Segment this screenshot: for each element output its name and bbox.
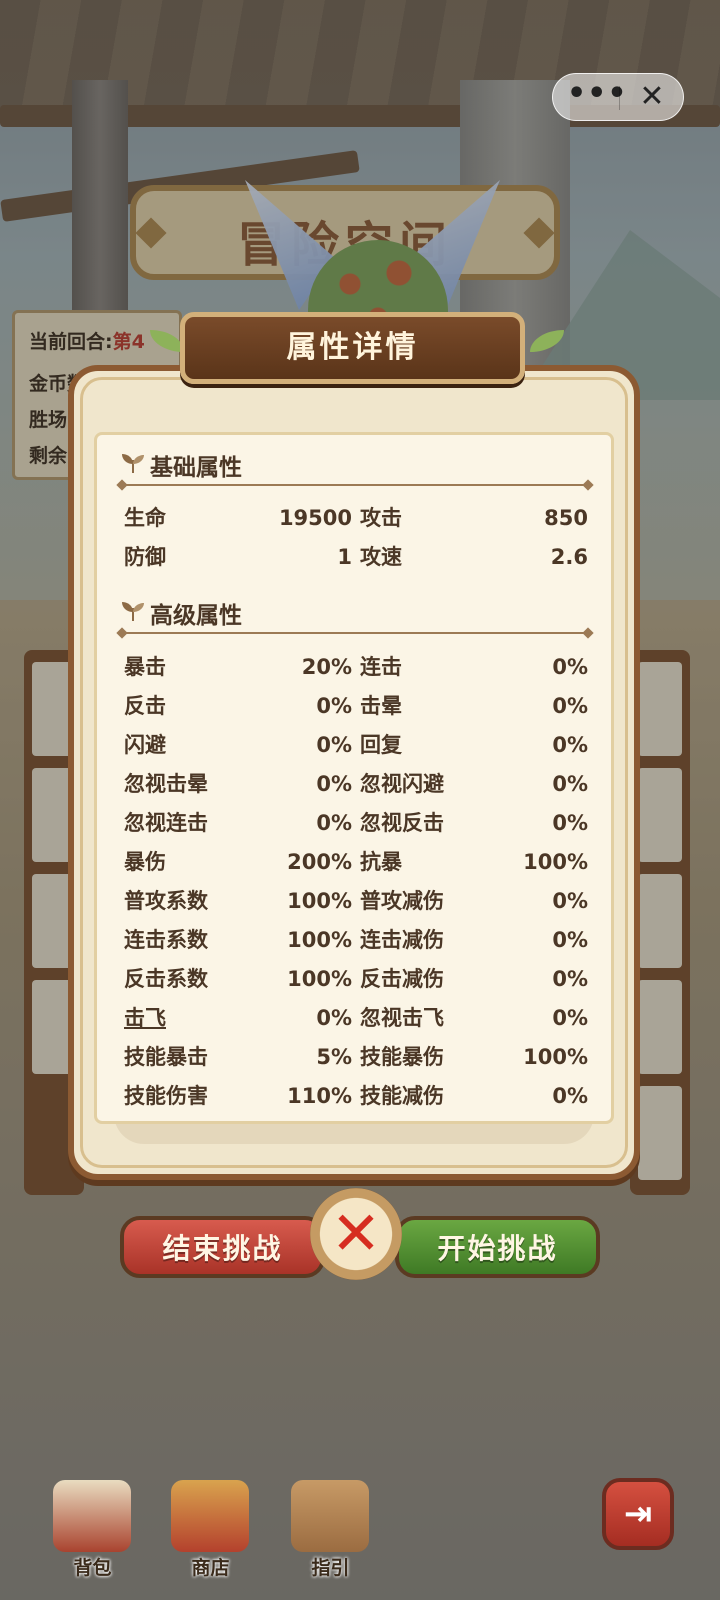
exit-button[interactable]: ⇥	[602, 1478, 674, 1550]
attribute-name: 忽视击晕	[124, 772, 208, 796]
attribute-value: 0%	[552, 655, 588, 679]
attribute-value: 19500	[278, 506, 352, 530]
attribute-name: 闪避	[124, 733, 166, 757]
sprout-icon	[122, 602, 144, 622]
attribute-name: 防御	[124, 545, 166, 569]
attribute-value: 100%	[287, 889, 352, 913]
attribute-value: 0%	[316, 811, 352, 835]
attribute-name: 忽视击飞	[360, 1006, 444, 1030]
attribute-name: 生命	[124, 506, 166, 530]
attribute-value: 0%	[316, 1006, 352, 1030]
attribute-name: 暴伤	[124, 850, 166, 874]
section-divider	[122, 632, 588, 634]
attribute-row: 技能伤害 110% 技能减伤 0%	[124, 1079, 590, 1113]
basic-attributes-title: 基础属性	[150, 455, 242, 481]
attribute-name: 抗暴	[360, 850, 402, 874]
knockup-link[interactable]: 击飞	[124, 1001, 166, 1035]
dialog-header: 属性详情	[180, 312, 525, 384]
attribute-name: 反击	[124, 694, 166, 718]
nav-guide[interactable]: 指引	[283, 1470, 378, 1580]
attribute-value: 100%	[523, 850, 588, 874]
attribute-row: 技能暴击 5% 技能暴伤 100%	[124, 1040, 590, 1074]
attribute-row: 击飞 0% 忽视击飞 0%	[124, 1001, 590, 1035]
attribute-value: 100%	[523, 1045, 588, 1069]
close-icon[interactable]: ✕	[629, 74, 675, 120]
attribute-value: 0%	[552, 889, 588, 913]
attribute-value: 0%	[552, 772, 588, 796]
attribute-row: 连击系数 100% 连击减伤 0%	[124, 923, 590, 957]
nav-bag[interactable]: 背包	[45, 1470, 140, 1580]
attribute-value: 0%	[316, 772, 352, 796]
attribute-row: 忽视连击 0% 忽视反击 0%	[124, 806, 590, 840]
attribute-name: 击晕	[360, 694, 402, 718]
attribute-row: 忽视击晕 0% 忽视闪避 0%	[124, 767, 590, 801]
attribute-value: 0%	[316, 733, 352, 757]
attribute-value: 200%	[287, 850, 352, 874]
attribute-row: 防御 1 攻速 2.6	[124, 540, 590, 574]
attribute-value: 100%	[287, 928, 352, 952]
attribute-row: 反击系数 100% 反击减伤 0%	[124, 962, 590, 996]
attribute-name: 反击系数	[124, 967, 208, 991]
attribute-row: 生命 19500 攻击 850	[124, 501, 590, 535]
attribute-row: 暴击 20% 连击 0%	[124, 650, 590, 684]
attribute-value: 0%	[552, 1084, 588, 1108]
attribute-value: 0%	[552, 967, 588, 991]
attribute-row: 普攻系数 100% 普攻减伤 0%	[124, 884, 590, 918]
attribute-name: 普攻系数	[124, 889, 208, 913]
close-icon: ✕	[330, 1199, 382, 1269]
attribute-value: 110%	[287, 1084, 352, 1108]
more-button[interactable]: •••	[567, 74, 627, 120]
sprout-icon	[122, 454, 144, 474]
attribute-name: 忽视反击	[360, 811, 444, 835]
attribute-name: 连击减伤	[360, 928, 444, 952]
attribute-value: 20%	[301, 655, 352, 679]
nav-bag-label: 背包	[73, 1557, 112, 1579]
advanced-attributes-title: 高级属性	[150, 603, 242, 629]
attribute-name: 连击	[360, 655, 402, 679]
attribute-value: 0%	[316, 694, 352, 718]
attribute-name: 攻速	[360, 545, 402, 569]
nav-shop-label: 商店	[191, 1557, 230, 1579]
dialog-title: 属性详情	[286, 330, 419, 365]
attribute-name: 普攻减伤	[360, 889, 444, 913]
attribute-name: 反击减伤	[360, 967, 444, 991]
attribute-value: 5%	[316, 1045, 352, 1069]
attribute-value: 0%	[552, 811, 588, 835]
attribute-name: 攻击	[360, 506, 402, 530]
start-challenge-button[interactable]: 开始挑战	[395, 1216, 600, 1278]
attribute-value: 1	[337, 545, 352, 569]
attribute-value: 0%	[552, 694, 588, 718]
signpost-icon	[291, 1480, 369, 1552]
attribute-value: 0%	[552, 733, 588, 757]
dialog-close-button[interactable]: ✕	[310, 1188, 402, 1280]
attribute-name: 回复	[360, 733, 402, 757]
attribute-value: 2.6	[550, 545, 588, 569]
capsule-divider	[619, 86, 620, 110]
attribute-name: 技能伤害	[124, 1084, 208, 1108]
attribute-name: 忽视连击	[124, 811, 208, 835]
attribute-name: 暴击	[124, 655, 166, 679]
treasure-chest-icon	[53, 1480, 131, 1552]
attribute-name: 忽视闪避	[360, 772, 444, 796]
attribute-name: 技能暴伤	[360, 1045, 444, 1069]
end-challenge-button[interactable]: 结束挑战	[120, 1216, 325, 1278]
attribute-row: 闪避 0% 回复 0%	[124, 728, 590, 762]
nav-guide-label: 指引	[311, 1557, 350, 1579]
attribute-value: 0%	[552, 1006, 588, 1030]
attribute-value: 100%	[287, 967, 352, 991]
attribute-name: 技能暴击	[124, 1045, 208, 1069]
attribute-value: 0%	[552, 928, 588, 952]
attribute-row: 暴伤 200% 抗暴 100%	[124, 845, 590, 879]
attribute-row: 反击 0% 击晕 0%	[124, 689, 590, 723]
miniprogram-capsule: ••• ✕	[552, 73, 684, 121]
attribute-value: 850	[544, 506, 588, 530]
nav-shop[interactable]: 商店	[163, 1470, 258, 1580]
exit-icon: ⇥	[623, 1494, 653, 1534]
attribute-name: 技能减伤	[360, 1084, 444, 1108]
section-divider	[122, 484, 588, 486]
shop-building-icon	[171, 1480, 249, 1552]
attribute-name: 连击系数	[124, 928, 208, 952]
